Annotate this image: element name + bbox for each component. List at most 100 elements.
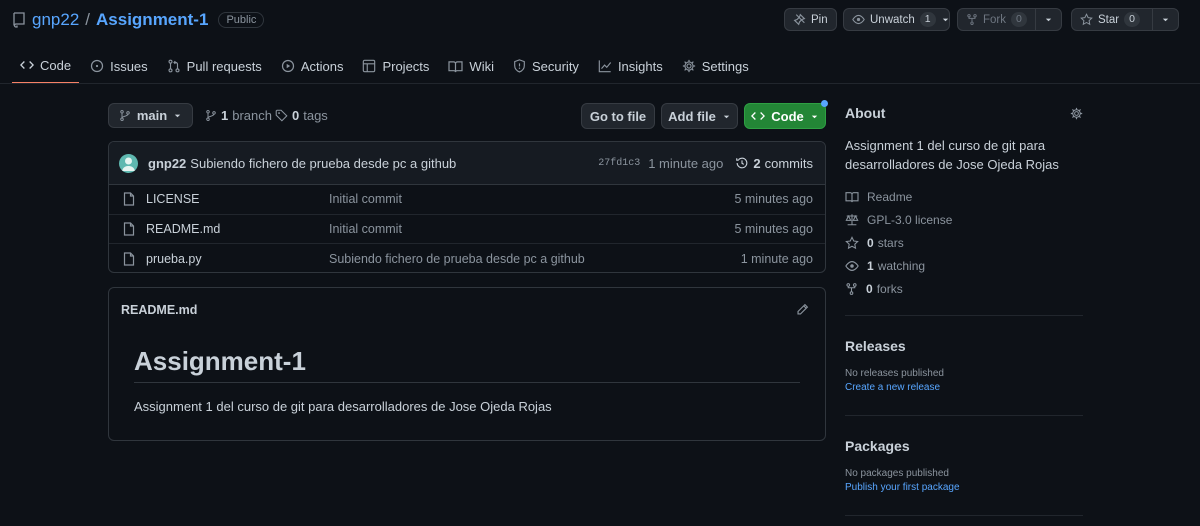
- watching-link[interactable]: 1 watching: [845, 254, 1083, 277]
- branch-selector[interactable]: main: [108, 103, 193, 128]
- releases-title[interactable]: Releases: [845, 338, 1083, 354]
- license-link[interactable]: GPL-3.0 license: [845, 208, 1083, 231]
- tab-pull-requests[interactable]: Pull requests: [159, 52, 270, 80]
- tab-label: Actions: [300, 58, 344, 74]
- fork-button[interactable]: Fork 0: [957, 8, 1062, 31]
- tag-count-label: tags: [303, 108, 328, 123]
- publish-package-link[interactable]: Publish your first package: [845, 482, 1083, 493]
- book-icon: [448, 60, 464, 73]
- chevron-down-icon: [173, 111, 182, 120]
- stars-count: 0: [867, 235, 874, 250]
- unwatch-button[interactable]: Unwatch 1: [843, 8, 950, 31]
- branch-icon: [205, 109, 217, 122]
- fork-icon: [845, 282, 858, 296]
- play-icon: [281, 59, 295, 73]
- tags-link[interactable]: 0 tags: [275, 108, 328, 123]
- fork-dropdown[interactable]: [1036, 9, 1061, 30]
- tab-settings[interactable]: Settings: [674, 52, 757, 80]
- fork-icon: [966, 13, 978, 26]
- repo-name-link[interactable]: Assignment-1: [96, 10, 208, 30]
- commit-author[interactable]: gnp22: [148, 156, 186, 171]
- file-name[interactable]: prueba.py: [146, 252, 202, 266]
- star-button[interactable]: Star 0: [1071, 8, 1179, 31]
- about-section: About Assignment 1 del curso de git para…: [845, 104, 1083, 300]
- avatar[interactable]: [119, 153, 138, 173]
- readme-link[interactable]: Readme: [845, 185, 1083, 208]
- stars-label: stars: [877, 235, 904, 250]
- commit-age: 1 minute ago: [648, 155, 724, 171]
- readme-link-label: Readme: [867, 189, 913, 204]
- branch-name: main: [136, 108, 168, 123]
- commits-link[interactable]: 2 commits: [735, 156, 813, 171]
- tab-issues[interactable]: Issues: [82, 52, 156, 80]
- branch-count: 1: [221, 108, 229, 123]
- eye-icon: [852, 13, 865, 26]
- file-row[interactable]: README.md Initial commit 5 minutes ago: [109, 215, 825, 244]
- readme-panel: README.md Assignment-1 Assignment 1 del …: [108, 287, 826, 441]
- file-name[interactable]: README.md: [146, 222, 220, 236]
- sidebar-divider: [845, 315, 1083, 316]
- releases-section: Releases No releases published Create a …: [845, 338, 1083, 393]
- file-commit-message[interactable]: Subiendo fichero de prueba desde pc a gi…: [329, 252, 585, 266]
- history-icon: [735, 156, 749, 170]
- branch-count-label: branch: [232, 108, 272, 123]
- sidebar-divider: [845, 515, 1083, 516]
- star-dropdown[interactable]: [1153, 9, 1178, 30]
- notification-dot: [821, 100, 828, 107]
- tab-code[interactable]: Code: [12, 52, 80, 84]
- tab-insights[interactable]: Insights: [590, 52, 671, 80]
- fork-label: Fork: [983, 13, 1006, 26]
- branches-link[interactable]: 1 branch: [205, 108, 272, 123]
- create-release-link[interactable]: Create a new release: [845, 382, 1083, 393]
- repo-nav-tabs: Code Issues Pull requests Actions Projec…: [12, 52, 760, 84]
- star-label: Star: [1098, 13, 1120, 26]
- eye-icon: [845, 259, 859, 273]
- forks-label: forks: [876, 281, 903, 296]
- readme-filename[interactable]: README.md: [121, 303, 197, 317]
- tab-security[interactable]: Security: [505, 52, 587, 80]
- pull-request-icon: [167, 59, 181, 73]
- gear-icon[interactable]: [1070, 107, 1083, 120]
- add-file-button[interactable]: Add file: [661, 103, 738, 129]
- readme-body: Assignment 1 del curso de git para desar…: [134, 399, 552, 414]
- forks-count: 0: [866, 281, 873, 296]
- about-description: Assignment 1 del curso de git para desar…: [845, 138, 1059, 172]
- fork-count: 0: [1011, 12, 1027, 27]
- tab-actions[interactable]: Actions: [273, 52, 352, 80]
- tab-label: Security: [531, 58, 579, 74]
- code-dropdown-button[interactable]: Code: [744, 103, 826, 129]
- code-icon: [751, 110, 766, 122]
- about-title: About: [845, 105, 886, 121]
- tab-wiki[interactable]: Wiki: [440, 52, 502, 80]
- file-name[interactable]: LICENSE: [146, 192, 200, 206]
- packages-title[interactable]: Packages: [845, 438, 1083, 454]
- graph-icon: [598, 59, 612, 73]
- go-to-file-button[interactable]: Go to file: [581, 103, 655, 129]
- repo-owner-link[interactable]: gnp22: [32, 10, 79, 30]
- tab-label: Insights: [617, 58, 663, 74]
- commit-message[interactable]: Subiendo fichero de prueba desde pc a gi…: [190, 156, 456, 171]
- tabs-divider: [0, 83, 1200, 84]
- unwatch-count: 1: [919, 12, 936, 27]
- stars-link[interactable]: 0 stars: [845, 231, 1083, 254]
- file-age: 5 minutes ago: [734, 192, 813, 207]
- file-icon: [123, 192, 135, 206]
- commit-sha[interactable]: 27fd1c3: [598, 158, 640, 169]
- visibility-badge: Public: [218, 12, 265, 28]
- file-row[interactable]: prueba.py Subiendo fichero de prueba des…: [109, 244, 825, 272]
- forks-link[interactable]: 0 forks: [845, 277, 1083, 300]
- star-icon: [1080, 13, 1093, 26]
- repo-separator: /: [85, 10, 91, 29]
- file-commit-message[interactable]: Initial commit: [329, 222, 402, 236]
- edit-pencil-icon[interactable]: [796, 303, 809, 316]
- file-commit-message[interactable]: Initial commit: [329, 192, 402, 206]
- file-row[interactable]: LICENSE Initial commit 5 minutes ago: [109, 185, 825, 215]
- tab-projects[interactable]: Projects: [354, 52, 437, 80]
- packages-empty-text: No packages published: [845, 468, 949, 479]
- watching-label: watching: [877, 258, 926, 273]
- branch-icon: [119, 109, 131, 122]
- releases-empty-text: No releases published: [845, 368, 944, 379]
- pin-button[interactable]: Pin: [784, 8, 837, 31]
- code-icon: [20, 59, 34, 71]
- book-icon: [845, 191, 859, 203]
